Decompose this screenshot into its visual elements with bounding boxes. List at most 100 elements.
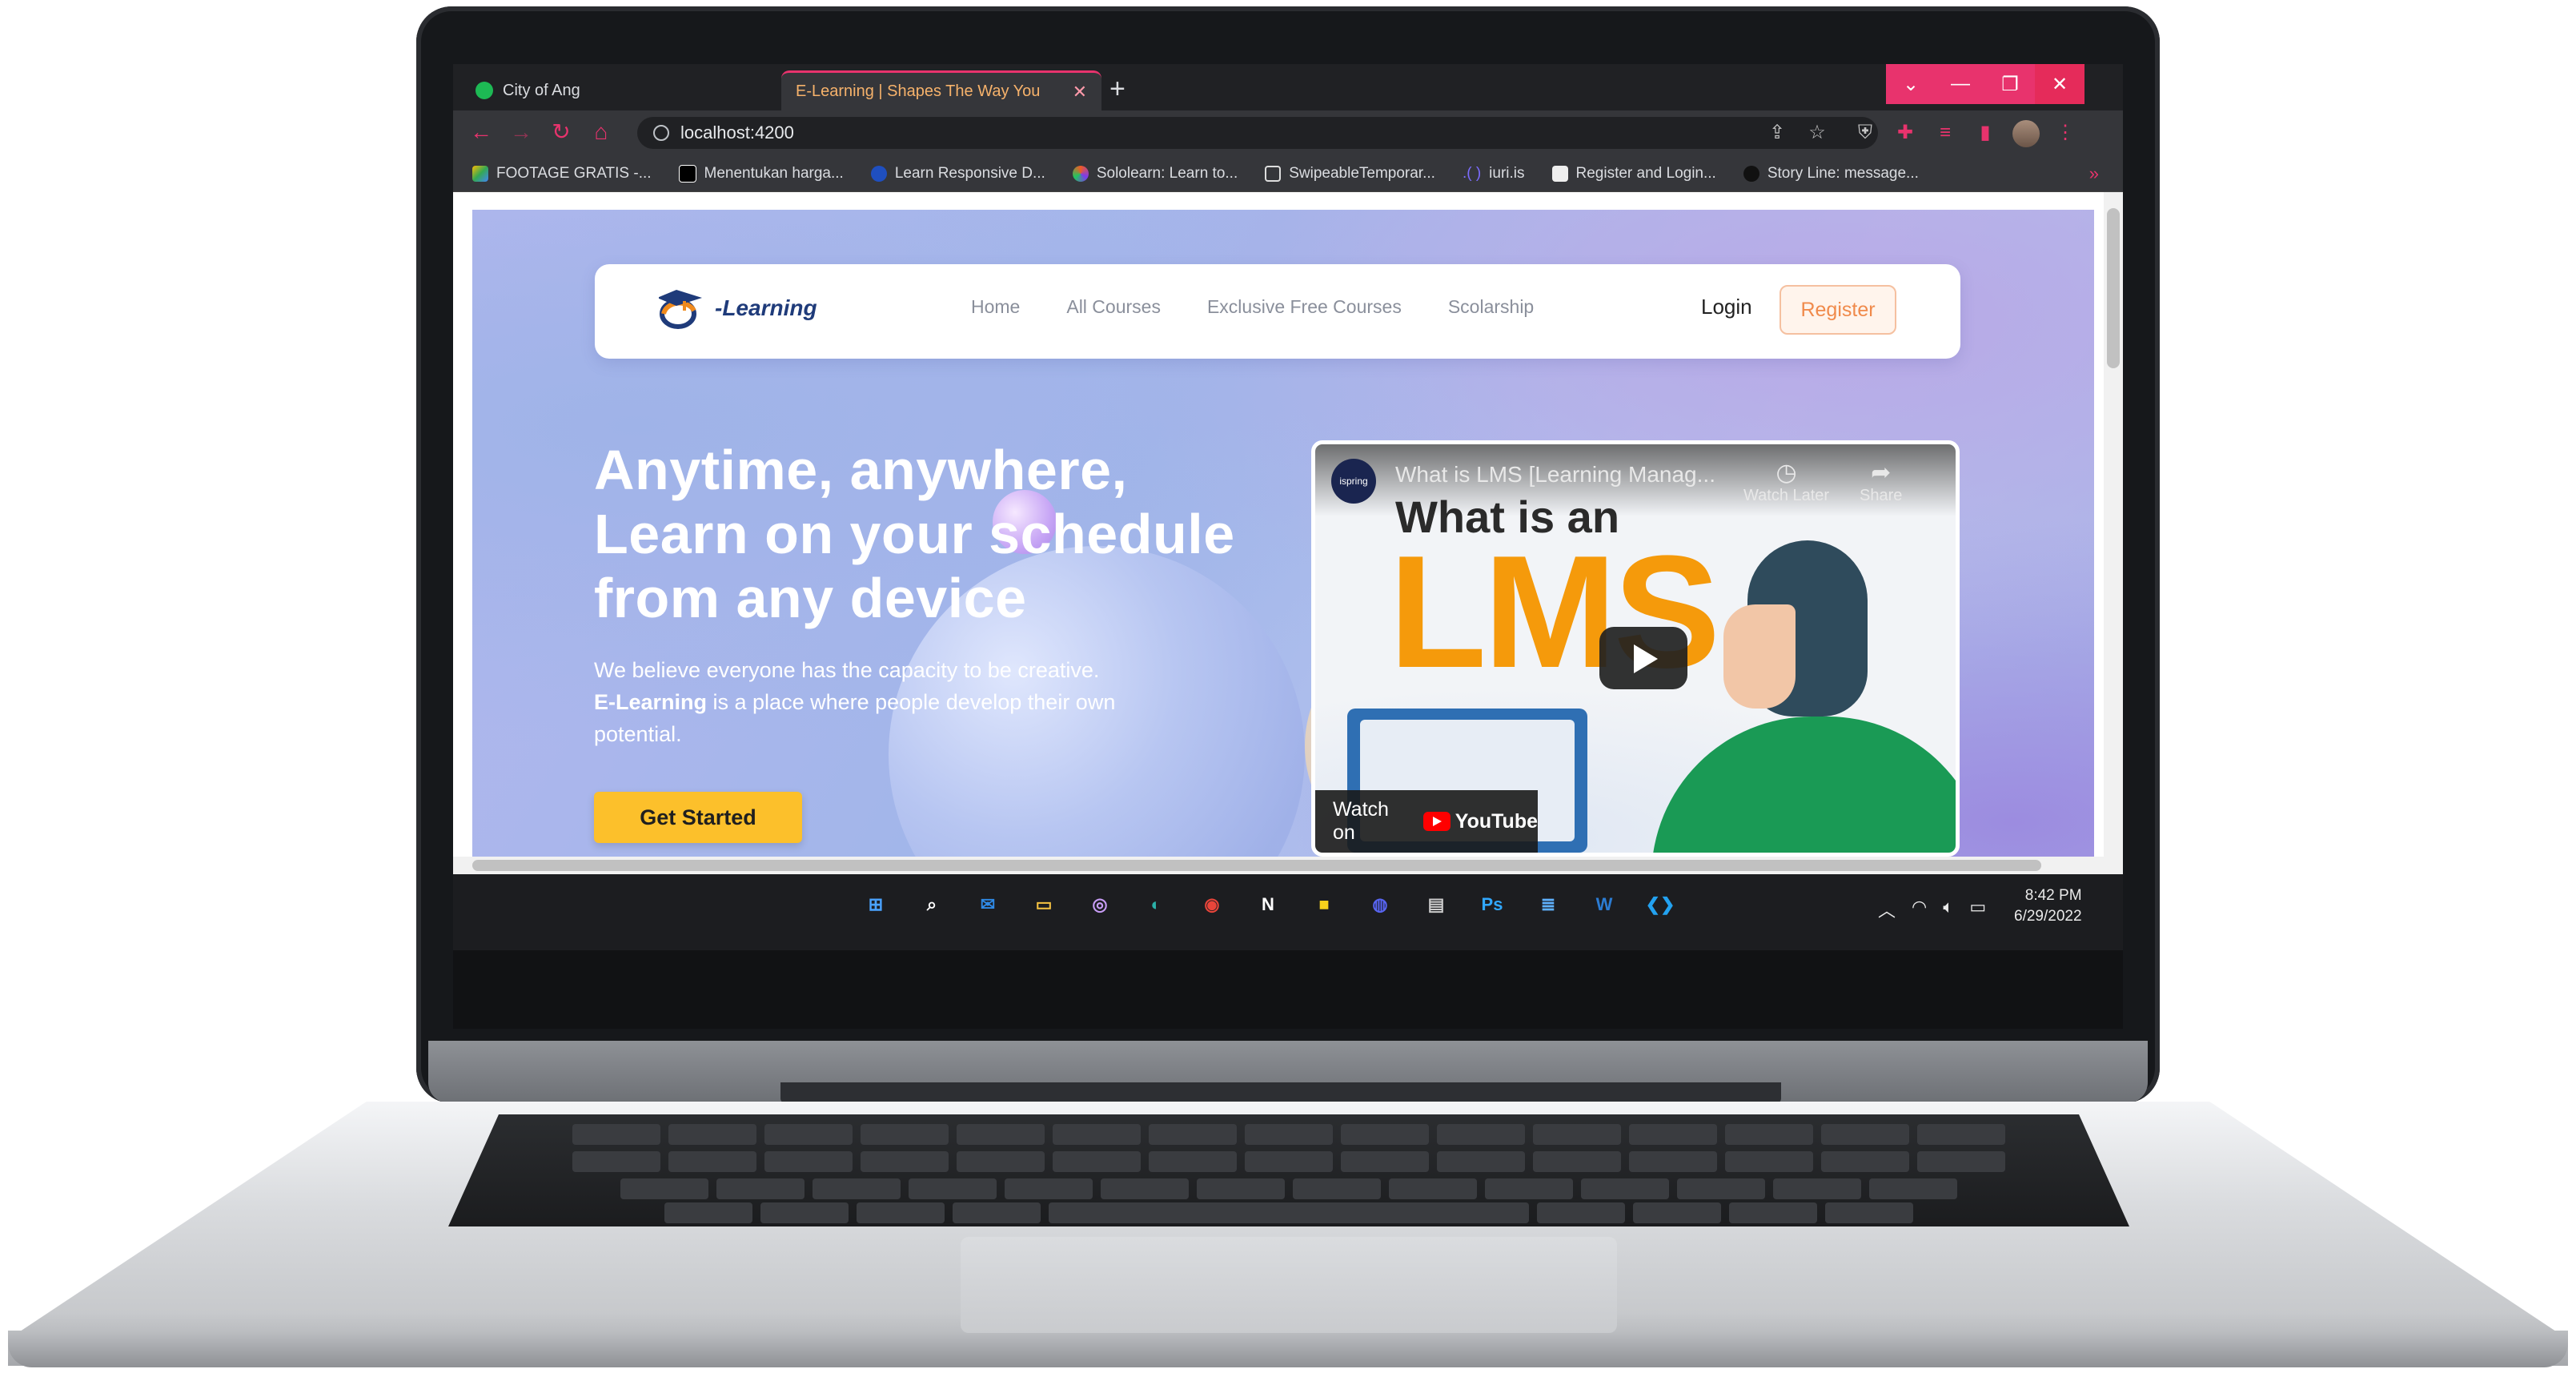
screen: City of Ang E-Learning | Shapes The Way … xyxy=(453,64,2123,1029)
battery-icon[interactable]: ▭ xyxy=(1969,897,1986,922)
tab-title: City of Ang xyxy=(503,81,580,99)
search-icon[interactable]: ⌕ xyxy=(914,887,949,922)
photos-icon[interactable]: ◎ xyxy=(1082,887,1117,922)
home-icon[interactable]: ⌂ xyxy=(589,120,613,144)
bookmark-item[interactable]: SwipeableTemporar... xyxy=(1265,165,1435,183)
more-bookmarks-icon[interactable]: » xyxy=(2089,163,2099,184)
close-window-button[interactable]: ✕ xyxy=(2035,64,2084,104)
chrome-icon[interactable]: ◉ xyxy=(1194,887,1230,922)
tab-search-button[interactable]: ⌄ xyxy=(1886,64,1936,104)
notion-icon[interactable]: N xyxy=(1250,887,1286,922)
volume-icon[interactable]: 🔈︎ xyxy=(1943,897,1953,922)
nav-scolarship[interactable]: Scolarship xyxy=(1448,296,1534,318)
logo-text: -Learning xyxy=(715,295,817,320)
watch-later-button[interactable]: ◷ Watch Later xyxy=(1743,459,1829,505)
chevron-up-icon[interactable]: ︿ xyxy=(1878,897,1896,922)
youtube-play-icon xyxy=(1422,812,1451,831)
bookmark-item[interactable]: Sololearn: Learn to... xyxy=(1072,165,1238,183)
screen-bezel xyxy=(453,950,2123,1029)
bookmark-item[interactable]: Register and Login... xyxy=(1551,165,1716,183)
youtube-embed[interactable]: What is an LMS ispring What is LMS [Lear… xyxy=(1311,440,1960,857)
horizontal-scroll-thumb[interactable] xyxy=(472,860,2041,871)
graduation-cap-logo-icon xyxy=(657,287,710,330)
site-navbar: -Learning Home All Courses Exclusive Fre… xyxy=(595,264,1960,359)
profile-avatar[interactable] xyxy=(2012,120,2040,147)
vscode-icon[interactable]: ❮❯ xyxy=(1643,887,1678,922)
laptop-base-edge xyxy=(8,1331,2568,1367)
nav-exclusive-free-courses[interactable]: Exclusive Free Courses xyxy=(1207,296,1402,318)
watch-on-label: Watch on xyxy=(1333,798,1389,844)
forward-icon[interactable]: → xyxy=(509,120,533,144)
hero-title-line: Learn on your schedule xyxy=(594,503,1235,565)
reload-icon[interactable]: ↻ xyxy=(549,120,573,144)
site-info-icon[interactable] xyxy=(653,125,669,141)
minimize-button[interactable]: — xyxy=(1936,64,1985,104)
windows-start-icon[interactable]: ⊞ xyxy=(858,887,893,922)
reading-list-icon[interactable]: ≡ xyxy=(1934,122,1956,144)
bookmark-item[interactable]: Menentukan harga... xyxy=(678,164,844,183)
watch-on-youtube-button[interactable]: Watch on YouTube xyxy=(1315,790,1538,853)
bookmark-item[interactable]: Learn Responsive D... xyxy=(870,165,1045,183)
photoshop-icon[interactable]: Ps xyxy=(1475,887,1510,922)
new-tab-button[interactable]: + xyxy=(1109,74,1125,105)
back-icon[interactable]: ← xyxy=(469,120,493,144)
login-link[interactable]: Login xyxy=(1701,295,1752,319)
tab-city-of-ang[interactable]: City of Ang xyxy=(461,70,781,110)
close-tab-icon[interactable]: ✕ xyxy=(1073,82,1087,102)
video-title[interactable]: What is LMS [Learning Manag... xyxy=(1395,462,1715,488)
url-text: localhost:4200 xyxy=(680,122,794,143)
bookmarks-bar: FOOTAGE GRATIS -... Menentukan harga... … xyxy=(453,155,2123,192)
address-bar[interactable]: localhost:4200 xyxy=(637,117,1878,149)
share-button[interactable]: ➦ Share xyxy=(1860,459,1902,505)
clock-date: 6/29/2022 xyxy=(2014,908,2082,925)
google-drive-icon xyxy=(472,165,488,182)
code-icon: .( ) xyxy=(1462,164,1482,182)
terminal-icon[interactable]: ▤ xyxy=(1418,887,1454,922)
bookmark-star-icon[interactable]: ☆ xyxy=(1806,122,1828,144)
channel-avatar[interactable]: ispring xyxy=(1331,459,1376,504)
hero-description: We believe everyone has the capacity to … xyxy=(594,654,1202,750)
sticky-notes-icon[interactable]: ■ xyxy=(1306,887,1342,922)
sololearn-icon xyxy=(1072,165,1089,182)
edge-icon[interactable]: ◐ xyxy=(1138,887,1174,922)
system-tray: ︿ ◠ 🔈︎ ▭ xyxy=(1878,897,1986,922)
register-button[interactable]: Register xyxy=(1780,285,1896,335)
wifi-icon[interactable]: ◠ xyxy=(1912,897,1927,922)
play-icon xyxy=(1634,644,1658,673)
page-icon xyxy=(1265,165,1282,182)
medium-icon xyxy=(678,164,696,183)
side-panel-icon[interactable]: ▮ xyxy=(1974,122,1996,144)
clock-time: 8:42 PM xyxy=(2024,887,2082,904)
mail-icon[interactable]: ✉ xyxy=(970,887,1005,922)
extension-shield-icon[interactable]: ⛨ xyxy=(1854,122,1876,144)
restore-button[interactable]: ❐ xyxy=(1985,64,2035,104)
hero-title-line: Anytime, anywhere, xyxy=(594,439,1128,501)
page-icon xyxy=(1551,165,1568,182)
notepad-icon[interactable]: ≣ xyxy=(1531,887,1566,922)
nav-all-courses[interactable]: All Courses xyxy=(1066,296,1161,318)
thumb-person-face xyxy=(1723,604,1796,709)
site-nav-links: Home All Courses Exclusive Free Courses … xyxy=(971,296,1534,318)
hero-title-line: from any device xyxy=(594,567,1027,629)
bookmark-item[interactable]: Story Line: message... xyxy=(1743,165,1919,183)
bookmark-item[interactable]: FOOTAGE GRATIS -... xyxy=(472,165,652,183)
hero-title: Anytime, anywhere, Learn on your schedul… xyxy=(594,438,1250,630)
taskbar-clock[interactable]: 8:42 PM 6/29/2022 xyxy=(2014,885,2082,927)
get-started-button[interactable]: Get Started xyxy=(594,792,802,843)
codecademy-icon xyxy=(870,165,887,182)
share-icon[interactable]: ⇪ xyxy=(1766,122,1788,144)
nav-home[interactable]: Home xyxy=(971,296,1020,318)
hero-desc-brand: E-Learning xyxy=(594,690,708,714)
word-icon[interactable]: W xyxy=(1587,887,1622,922)
site-logo[interactable]: -Learning xyxy=(657,287,817,330)
bookmark-item[interactable]: .( ) iuri.is xyxy=(1463,165,1525,183)
youtube-logo: YouTube xyxy=(1422,810,1538,833)
hero-desc-line: We believe everyone has the capacity to … xyxy=(594,658,1100,682)
vertical-scroll-thumb[interactable] xyxy=(2107,208,2120,368)
discord-icon[interactable]: ◍ xyxy=(1362,887,1398,922)
file-explorer-icon[interactable]: ▭ xyxy=(1026,887,1061,922)
menu-kebab-icon[interactable]: ⋮ xyxy=(2054,122,2076,144)
trackpad xyxy=(961,1237,1617,1333)
extensions-puzzle-icon[interactable]: ✚ xyxy=(1894,122,1916,144)
tab-e-learning[interactable]: E-Learning | Shapes The Way You ✕ xyxy=(781,70,1101,110)
